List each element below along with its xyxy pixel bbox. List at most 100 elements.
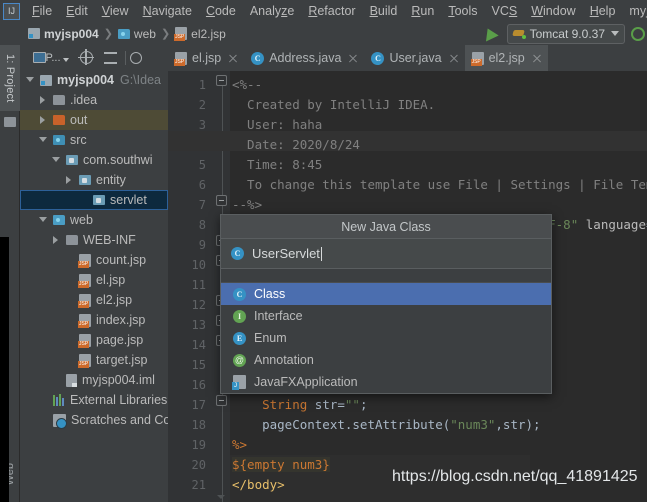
chevron-right-icon[interactable] [37, 94, 49, 106]
editor-tab-el-jsp[interactable]: el.jsp [168, 45, 244, 71]
tree-item-external-libraries[interactable]: External Libraries [20, 390, 168, 410]
class-kind-item-javafxapplication[interactable]: JavaFXApplication [221, 371, 551, 393]
jsp-file-icon [78, 253, 91, 268]
tree-item-count-jsp[interactable]: count.jsp [20, 250, 168, 270]
tree-item-web-inf[interactable]: WEB-INF [20, 230, 168, 250]
new-java-class-dialog[interactable]: New Java Class C UserServlet C Class I Inte… [220, 214, 552, 394]
class-kind-label: Annotation [254, 353, 314, 367]
close-icon[interactable] [228, 53, 238, 63]
structure-folder-icon[interactable] [4, 117, 16, 127]
tree-item-entity[interactable]: entity [20, 170, 168, 190]
menu-item-code[interactable]: Code [199, 0, 243, 22]
editor-tab-el2-jsp[interactable]: el2.jsp [464, 45, 548, 71]
code-line: %> [232, 437, 248, 452]
menu-item-window[interactable]: Window [524, 0, 582, 22]
tree-item-page-jsp[interactable]: page.jsp [20, 330, 168, 350]
collapse-all-button[interactable] [98, 47, 122, 69]
menu-item-navigate[interactable]: Navigate [136, 0, 199, 22]
project-view-selector[interactable]: P... [28, 47, 74, 69]
menu-item-file[interactable]: File [25, 0, 59, 22]
tree-item-myjsp004[interactable]: myjsp004 G:\Idea [20, 70, 168, 90]
java-enum-icon: E [233, 331, 246, 345]
chevron-down-icon[interactable] [50, 154, 62, 166]
tree-item-myjsp004-iml[interactable]: myjsp004.iml [20, 370, 168, 390]
editor-tab-user-java[interactable]: C User.java [364, 45, 464, 71]
tree-item-src[interactable]: src [20, 130, 168, 150]
menu-item-tools[interactable]: Tools [441, 0, 484, 22]
line-number: 2 [198, 98, 206, 112]
breadcrumb-label: myjsp004 [44, 26, 99, 41]
jsp-file-icon [78, 293, 91, 308]
line-number: 8 [198, 218, 206, 232]
collapse-all-icon [103, 51, 117, 64]
settings-button[interactable] [129, 47, 143, 69]
menu-item-edit[interactable]: Edit [59, 0, 95, 22]
menu-item-build[interactable]: Build [363, 0, 405, 22]
locate-target-button[interactable] [74, 47, 98, 69]
folder-excluded-icon [53, 115, 65, 125]
iml-file-icon [66, 373, 77, 387]
menu-item-help[interactable]: Help [583, 0, 623, 22]
tree-item-out[interactable]: out [20, 110, 168, 130]
line-number: 7 [198, 198, 206, 212]
tree-item-web[interactable]: web [20, 210, 168, 230]
module-icon [28, 28, 40, 39]
tree-item-label: web [70, 213, 93, 227]
tree-twisty-none [63, 254, 75, 266]
menu-item-run[interactable]: Run [404, 0, 441, 22]
chevron-down-icon[interactable] [37, 134, 49, 146]
menu-item-analyze[interactable]: Analyze [243, 0, 301, 22]
class-kind-item-enum[interactable]: E Enum [221, 327, 551, 349]
chevron-down-icon[interactable] [24, 74, 36, 86]
class-kind-item-interface[interactable]: I Interface [221, 305, 551, 327]
menu-item-view[interactable]: View [95, 0, 136, 22]
project-tree[interactable]: myjsp004 G:\Idea .idea out src com.southwi ent… [20, 70, 168, 502]
tree-twisty-none [37, 394, 49, 406]
breadcrumb-item-file[interactable]: el2.jsp [174, 27, 226, 41]
tree-item-servlet[interactable]: servlet [20, 190, 168, 210]
tree-item-com-southwi[interactable]: com.southwi [20, 150, 168, 170]
tree-item-el2-jsp[interactable]: el2.jsp [20, 290, 168, 310]
folder-icon [66, 235, 78, 245]
tree-item-el-jsp[interactable]: el.jsp [20, 270, 168, 290]
java-interface-icon: I [233, 309, 246, 323]
code-line: ${empty num3} [232, 457, 330, 472]
editor-tab-label: Address.java [269, 51, 342, 65]
tree-item-target-jsp[interactable]: target.jsp [20, 350, 168, 370]
breadcrumb-item-web[interactable]: web [117, 27, 156, 41]
run-configuration-selector[interactable]: Tomcat 9.0.37 [506, 23, 625, 44]
chevron-right-icon[interactable] [37, 114, 49, 126]
editor-tab-address-java[interactable]: C Address.java [244, 45, 364, 71]
tree-item-idea[interactable]: .idea [20, 90, 168, 110]
menu-item-project-name: myj [629, 4, 647, 18]
menu-item-vcs[interactable]: VCS [485, 0, 525, 22]
code-line: pageContext.setAttribute("num3",str); [232, 417, 541, 432]
tree-item-label: servlet [110, 193, 147, 207]
close-icon[interactable] [449, 53, 459, 63]
menu-item-refactor[interactable]: Refactor [301, 0, 362, 22]
class-kind-list[interactable]: C Class I Interface E Enum @ Annotation JavaFXAp… [221, 283, 551, 393]
run-button-icon[interactable] [631, 26, 645, 41]
tree-item-index-jsp[interactable]: index.jsp [20, 310, 168, 330]
chevron-right-icon[interactable] [50, 234, 62, 246]
line-number: 17 [191, 398, 206, 412]
tree-item-scratches-and-con[interactable]: Scratches and Con [20, 410, 168, 430]
package-icon [79, 175, 91, 185]
tree-twisty-none [63, 314, 75, 326]
chevron-right-icon[interactable] [63, 174, 75, 186]
code-line: </body> [232, 477, 285, 492]
class-kind-item-class[interactable]: C Class [221, 283, 551, 305]
scratches-icon [53, 413, 67, 429]
chevron-down-icon[interactable] [37, 214, 49, 226]
line-number: 11 [191, 278, 206, 292]
chevron-down-icon[interactable] [611, 31, 619, 36]
class-name-input[interactable]: C UserServlet [221, 239, 551, 269]
tree-twisty-none [63, 354, 75, 366]
class-kind-item-annotation[interactable]: @ Annotation [221, 349, 551, 371]
line-number: 10 [191, 258, 206, 272]
close-icon[interactable] [348, 53, 358, 63]
class-kind-label: JavaFXApplication [254, 375, 358, 389]
breadcrumb-item-module[interactable]: myjsp004 [28, 27, 99, 41]
close-icon[interactable] [532, 53, 542, 63]
tool-window-button-project[interactable]: 1: Project [0, 45, 20, 111]
